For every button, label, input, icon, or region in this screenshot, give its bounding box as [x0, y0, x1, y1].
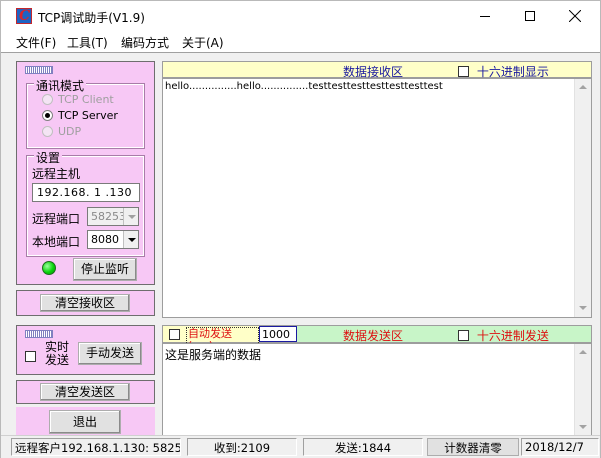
maximize-icon: [525, 11, 535, 21]
radio-label: UDP: [58, 125, 82, 138]
send-title: 数据发送区: [343, 329, 404, 343]
panel-grip-icon: [25, 330, 53, 338]
remote-port-label: 远程端口: [32, 212, 81, 226]
clear-send-panel: 清空发送区: [16, 380, 155, 404]
radio-label: TCP Client: [58, 93, 114, 106]
clear-send-button[interactable]: 清空发送区: [40, 383, 130, 401]
receive-textarea[interactable]: hello...............hello...............…: [162, 78, 592, 318]
scroll-up-icon[interactable]: [575, 79, 591, 96]
menu-bar: 文件(F) 工具(T) 编码方式 关于(A): [1, 31, 600, 52]
hex-send-label: 十六进制发送: [476, 329, 549, 343]
local-port-label: 本地端口: [32, 235, 81, 249]
checkbox-icon: [169, 329, 180, 340]
checkbox-icon: [25, 351, 36, 362]
app-icon: C: [16, 8, 32, 24]
status-received: 收到:2109: [187, 438, 297, 456]
radio-udp[interactable]: UDP: [42, 125, 81, 138]
minimize-icon: [480, 16, 490, 17]
settings-group: 设置 远程主机 192.168. 1 .130 远程端口 58253 本地端口 …: [26, 149, 145, 257]
checkbox-icon: [458, 330, 469, 341]
auto-send-area: 自动发送(ms): [163, 326, 259, 353]
menu-encoding[interactable]: 编码方式: [121, 34, 169, 51]
comm-mode-title: 通讯模式: [34, 77, 87, 94]
panel-grip-icon: [25, 66, 53, 74]
status-sent: 发送:1844: [303, 438, 423, 456]
send-scrollbar[interactable]: [574, 344, 591, 436]
status-led-icon: [42, 261, 56, 275]
menu-file[interactable]: 文件(F): [16, 34, 56, 51]
chevron-down-icon: [123, 208, 138, 225]
send-header: 自动发送(ms) 1000 数据发送区 十六进制发送: [162, 325, 592, 353]
send-interval-input[interactable]: 1000: [259, 326, 297, 342]
radio-circle-icon: [42, 126, 53, 137]
stop-listen-button[interactable]: 停止监听: [73, 258, 137, 281]
status-date: 2018/12/7: [521, 438, 599, 456]
hex-send-checkbox[interactable]: 十六进制发送: [458, 327, 549, 344]
receive-content: hello...............hello...............…: [165, 81, 443, 92]
send-control-panel: 实时发送 手动发送: [16, 325, 155, 375]
checkbox-icon: [458, 66, 469, 77]
local-port-select[interactable]: 8080: [87, 230, 139, 249]
remote-port-value: 58253: [91, 210, 126, 223]
minimize-button[interactable]: [462, 1, 508, 31]
menu-about[interactable]: 关于(A): [182, 34, 224, 51]
main-window: C TCP调试助手(V1.9) 文件(F) 工具(T) 编码方式 关于(A) 通…: [0, 0, 601, 458]
scroll-up-icon[interactable]: [575, 344, 591, 361]
reset-counter-button[interactable]: 计数器清零: [427, 438, 519, 456]
send-content: 这是服务端的数据: [165, 348, 262, 362]
remote-host-label: 远程主机: [32, 167, 81, 181]
exit-panel: 退出: [16, 407, 155, 437]
close-icon: [569, 10, 581, 22]
realtime-send-checkbox[interactable]: [25, 350, 36, 364]
clear-receive-button[interactable]: 清空接收区: [40, 294, 130, 312]
radio-tcp-client[interactable]: TCP Client: [42, 93, 114, 106]
radio-selected-icon: [42, 110, 53, 121]
radio-circle-icon: [42, 94, 53, 105]
radio-label: TCP Server: [58, 109, 118, 122]
radio-tcp-server[interactable]: TCP Server: [42, 109, 118, 122]
remote-port-select[interactable]: 58253: [87, 207, 139, 226]
chevron-down-icon: [123, 231, 138, 248]
exit-button[interactable]: 退出: [49, 410, 121, 434]
title-bar: C TCP调试助手(V1.9): [1, 1, 600, 31]
send-textarea[interactable]: 这是服务端的数据: [162, 343, 592, 437]
client-area: 通讯模式 TCP Client TCP Server UDP 设置 远程主机 1…: [1, 52, 600, 444]
settings-title: 设置: [34, 149, 63, 166]
status-remote-client: 远程客户192.168.1.130: 58253: [11, 438, 181, 456]
local-port-value: 8080: [91, 233, 119, 246]
auto-send-checkbox[interactable]: [169, 328, 180, 342]
remote-host-input[interactable]: 192.168. 1 .130: [32, 183, 140, 202]
scroll-down-icon[interactable]: [575, 419, 591, 436]
receive-header: 数据接收区 十六进制显示: [162, 61, 592, 79]
menu-tools[interactable]: 工具(T): [67, 34, 108, 51]
comm-mode-group: 通讯模式 TCP Client TCP Server UDP: [26, 77, 145, 149]
window-title: TCP调试助手(V1.9): [38, 11, 145, 25]
clear-receive-panel: 清空接收区: [16, 290, 155, 316]
maximize-button[interactable]: [507, 1, 553, 31]
hex-display-label: 十六进制显示: [476, 65, 549, 79]
status-bar: 远程客户192.168.1.130: 58253 收到:2109 发送:1844…: [1, 435, 600, 458]
realtime-send-label: 实时发送: [45, 340, 70, 367]
close-button[interactable]: [552, 1, 598, 31]
manual-send-button[interactable]: 手动发送: [78, 342, 142, 365]
scroll-down-icon[interactable]: [575, 300, 591, 317]
connection-panel: 通讯模式 TCP Client TCP Server UDP 设置 远程主机 1…: [16, 61, 155, 285]
receive-scrollbar[interactable]: [574, 79, 591, 317]
